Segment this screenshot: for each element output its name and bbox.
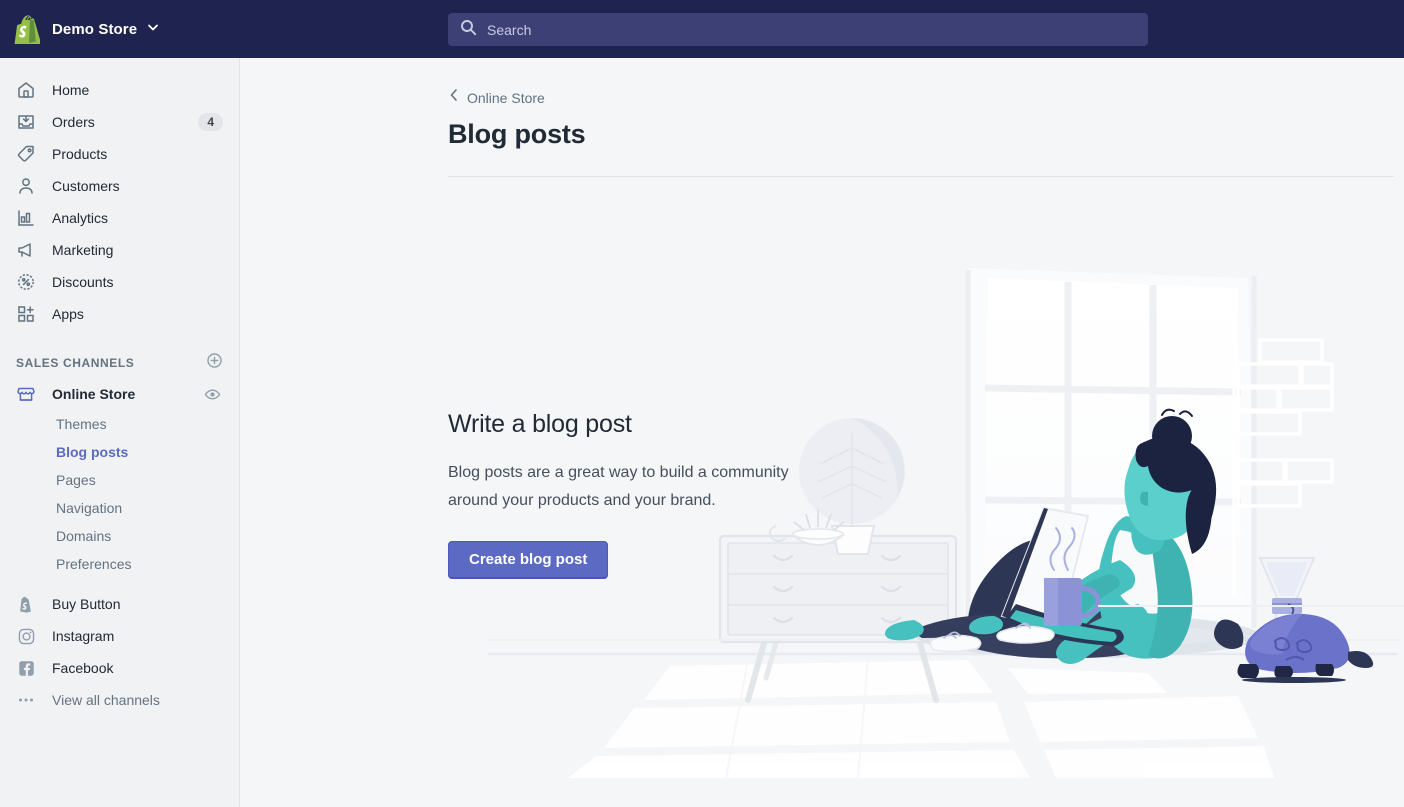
eye-icon[interactable] — [204, 386, 221, 403]
sidebar-subitem-label: Navigation — [56, 500, 123, 516]
store-switcher[interactable]: Demo Store — [0, 0, 174, 58]
sidebar-subitem-label: Domains — [56, 528, 112, 544]
sidebar-item-label: Online Store — [52, 386, 136, 402]
header-divider — [448, 176, 1394, 177]
sidebar-item-customers[interactable]: Customers — [8, 170, 231, 202]
sidebar-item-label: Apps — [52, 306, 84, 322]
sales-channels-header: SALES CHANNELS — [16, 352, 223, 374]
sidebar-item-label: Orders — [52, 114, 95, 130]
sidebar-item-label: Products — [52, 146, 108, 162]
breadcrumb[interactable]: Online Store — [448, 88, 545, 107]
apps-icon — [16, 304, 36, 324]
sidebar-item-facebook[interactable]: Facebook — [8, 652, 231, 684]
sidebar-subitem-themes[interactable]: Themes — [8, 410, 231, 438]
sidebar-item-label: Discounts — [52, 274, 114, 290]
marketing-megaphone-icon — [16, 240, 36, 260]
sidebar-item-label: Home — [52, 82, 90, 98]
main-content: Online Store Blog posts Write a blog pos… — [241, 58, 1404, 807]
sidebar-item-discounts[interactable]: Discounts — [8, 266, 231, 298]
sidebar-subitem-preferences[interactable]: Preferences — [8, 550, 231, 578]
sidebar-item-label: Analytics — [52, 210, 109, 226]
page-header: Online Store Blog posts — [241, 58, 1404, 177]
top-bar: Demo Store Search — [0, 0, 1404, 58]
shopify-bag-icon — [14, 14, 40, 44]
online-store-icon — [16, 384, 36, 404]
sales-channels-title: SALES CHANNELS — [16, 356, 135, 370]
instagram-icon — [16, 626, 36, 646]
products-tag-icon — [16, 144, 36, 164]
store-name: Demo Store — [52, 20, 138, 38]
sidebar-item-instagram[interactable]: Instagram — [8, 620, 231, 652]
orders-icon — [16, 112, 36, 132]
search-placeholder: Search — [487, 21, 532, 38]
sidebar-item-label: View all channels — [52, 692, 160, 708]
discounts-icon — [16, 272, 36, 292]
orders-count-badge: 4 — [198, 113, 223, 131]
sidebar-item-products[interactable]: Products — [8, 138, 231, 170]
search-input[interactable]: Search — [448, 13, 1148, 46]
create-blog-post-button[interactable]: Create blog post — [448, 541, 609, 579]
sidebar-subitem-navigation[interactable]: Navigation — [8, 494, 231, 522]
page-title: Blog posts — [448, 119, 586, 149]
sidebar-item-label: Customers — [52, 178, 120, 194]
sidebar: Home Orders 4 Products Customers Analyti… — [0, 58, 240, 807]
sidebar-item-apps[interactable]: Apps — [8, 298, 231, 330]
sidebar-subitem-label: Blog posts — [56, 444, 129, 460]
sidebar-subitem-label: Themes — [56, 416, 107, 432]
analytics-icon — [16, 208, 36, 228]
empty-state-copy: Write a blog post Blog posts are a great… — [448, 410, 848, 579]
sidebar-subitem-pages[interactable]: Pages — [8, 466, 231, 494]
sidebar-item-view-all-channels[interactable]: View all channels — [8, 684, 231, 716]
home-icon — [16, 80, 36, 100]
sidebar-item-analytics[interactable]: Analytics — [8, 202, 231, 234]
sidebar-subitem-blog-posts[interactable]: Blog posts — [8, 438, 231, 466]
ellipsis-icon — [16, 690, 36, 710]
sidebar-item-label: Marketing — [52, 242, 114, 258]
sidebar-subitem-label: Preferences — [56, 556, 132, 572]
facebook-icon — [16, 658, 36, 678]
buy-button-icon — [16, 594, 36, 614]
sidebar-item-marketing[interactable]: Marketing — [8, 234, 231, 266]
empty-state: Write a blog post Blog posts are a great… — [448, 268, 1404, 778]
empty-state-body: Blog posts are a great way to build a co… — [448, 464, 789, 509]
sidebar-item-online-store[interactable]: Online Store — [8, 378, 231, 410]
empty-state-title: Write a blog post — [448, 410, 632, 438]
chevron-down-icon[interactable] — [146, 20, 160, 39]
customers-icon — [16, 176, 36, 196]
sidebar-item-label: Buy Button — [52, 596, 121, 612]
sidebar-item-orders[interactable]: Orders 4 — [8, 106, 231, 138]
breadcrumb-label: Online Store — [467, 89, 545, 106]
sidebar-item-label: Instagram — [52, 628, 115, 644]
search-icon — [460, 19, 477, 41]
sidebar-subitem-domains[interactable]: Domains — [8, 522, 231, 550]
chevron-left-icon — [448, 88, 460, 107]
sidebar-item-label: Facebook — [52, 660, 114, 676]
sidebar-item-buy-button[interactable]: Buy Button — [8, 588, 231, 620]
sidebar-item-home[interactable]: Home — [8, 74, 231, 106]
plus-circle-icon[interactable] — [206, 352, 223, 369]
sidebar-subitem-label: Pages — [56, 472, 96, 488]
